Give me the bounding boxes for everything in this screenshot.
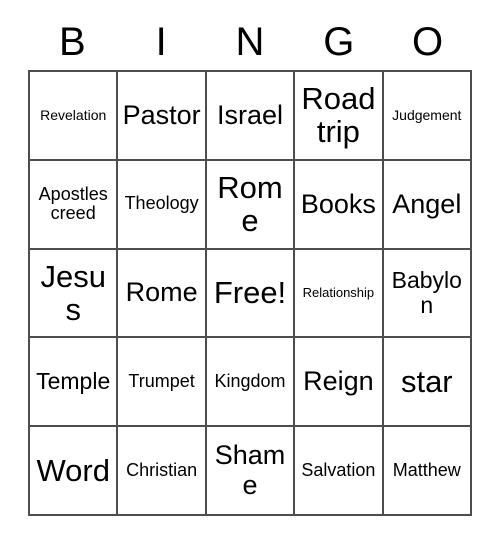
bingo-cell[interactable]: Christian [118, 427, 207, 516]
bingo-header-letter-g: G [323, 20, 355, 64]
bingo-header-letter-b: B [59, 20, 86, 64]
bingo-cell-label: Kingdom [214, 371, 286, 392]
bingo-cell[interactable]: Road trip [295, 72, 384, 161]
bingo-cell-label: Relationship [302, 284, 375, 300]
bingo-cell[interactable]: Jesus [30, 249, 119, 339]
bingo-header-letter-n: N [235, 20, 265, 64]
bingo-header-letter-o: O [412, 20, 444, 64]
bingo-cell-label: Rome [125, 277, 198, 308]
bingo-cell[interactable]: Judgement [383, 72, 472, 161]
bingo-cell[interactable]: Temple [30, 338, 119, 428]
bingo-cell[interactable]: Free! [206, 249, 296, 339]
bingo-cell[interactable]: Theology [118, 160, 207, 250]
bingo-cell-label: Revelation [40, 106, 107, 123]
bingo-cell-label: Reign [303, 366, 374, 397]
bingo-cell[interactable]: Israel [206, 72, 296, 161]
bingo-cell-label: Matthew [392, 459, 461, 480]
bingo-cell[interactable]: Salvation [295, 427, 384, 516]
bingo-cell-label: Salvation [301, 459, 376, 480]
bingo-card: B I N G O Revelation Pastor Israel Road trip Jud… [0, 0, 500, 544]
bingo-cell-label: Word [36, 452, 110, 488]
bingo-cell[interactable]: Apostles creed [30, 160, 119, 250]
bingo-cell[interactable]: Matthew [383, 427, 472, 516]
bingo-cell-label: Free! [213, 275, 287, 311]
bingo-cell[interactable]: Reign [295, 338, 384, 428]
bingo-cell-label: Angel [392, 188, 462, 219]
bingo-cell[interactable]: Pastor [118, 72, 207, 161]
bingo-cell[interactable]: Trumpet [118, 338, 207, 428]
bingo-cell-label: Theology [124, 193, 199, 214]
bingo-cell-label: Apostles creed [38, 183, 108, 224]
bingo-cell-label: Books [300, 188, 376, 219]
bingo-cell-label: Temple [36, 368, 111, 395]
bingo-cell[interactable]: Revelation [30, 72, 119, 161]
bingo-cell-label: Christian [126, 459, 198, 480]
bingo-cell[interactable]: Rome [206, 160, 296, 250]
bingo-cell-label: Judgement [392, 106, 462, 123]
bingo-grid: Revelation Pastor Israel Road trip Judgement… [28, 70, 472, 516]
bingo-cell-label: star [400, 364, 453, 400]
bingo-cell-label: Rome [217, 169, 283, 239]
bingo-cell-label: Road trip [301, 80, 376, 150]
bingo-cell[interactable]: Books [295, 160, 384, 250]
bingo-cell[interactable]: star [383, 338, 472, 428]
bingo-cell-label: Jesus [40, 258, 106, 327]
bingo-header: BINGO [28, 14, 472, 70]
bingo-cell[interactable]: Shame [206, 427, 296, 516]
bingo-cell-label: Israel [216, 99, 283, 130]
bingo-cell[interactable]: Babylon [383, 249, 472, 339]
bingo-cell[interactable]: Word [30, 427, 119, 516]
bingo-cell[interactable]: Angel [383, 160, 472, 250]
bingo-cell[interactable]: Kingdom [206, 338, 296, 428]
bingo-header-letter-i: I [155, 20, 167, 64]
bingo-cell-label: Shame [214, 440, 286, 500]
bingo-cell-label: Trumpet [128, 371, 195, 392]
bingo-cell[interactable]: Rome [118, 249, 207, 339]
bingo-cell-label: Babylon [391, 267, 462, 318]
bingo-cell-label: Pastor [122, 99, 201, 130]
bingo-cell[interactable]: Relationship [295, 249, 384, 339]
